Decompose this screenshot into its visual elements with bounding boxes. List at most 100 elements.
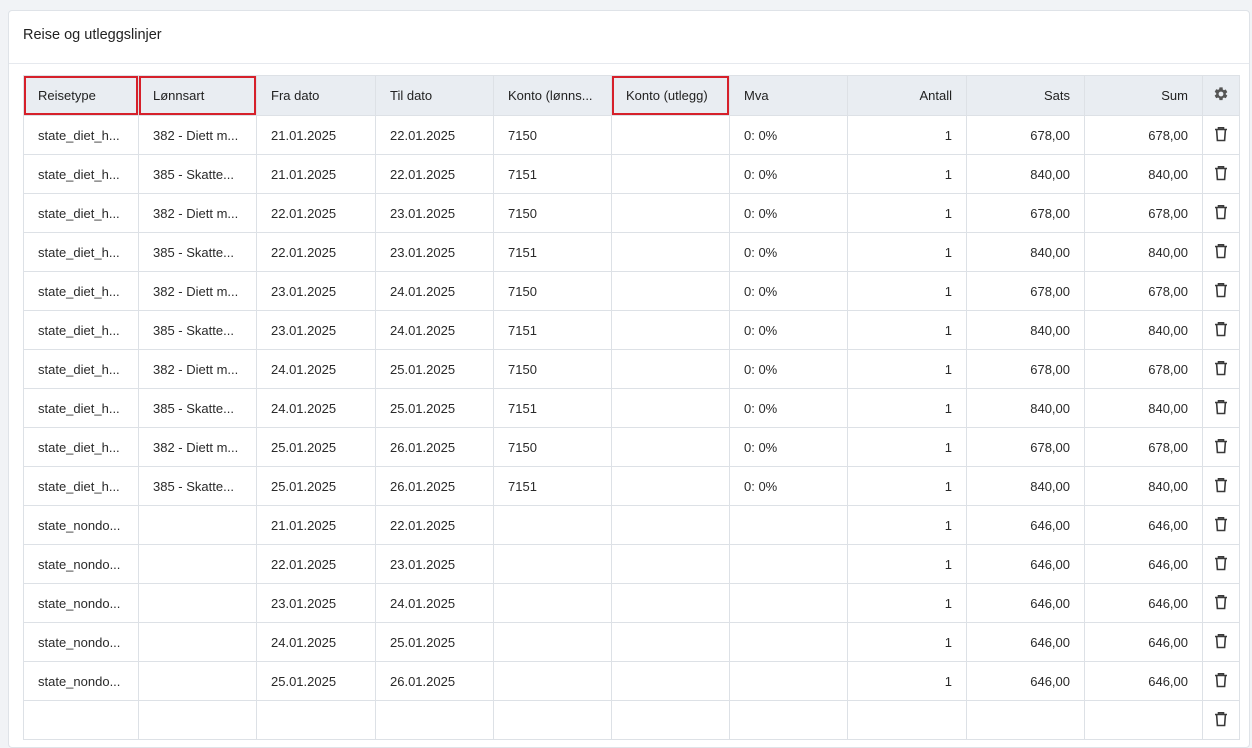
cell-antall[interactable]: 1 <box>847 661 967 701</box>
cell-lonnsart[interactable] <box>138 700 257 740</box>
cell-sats[interactable]: 840,00 <box>966 388 1085 428</box>
cell-lonnsart[interactable]: 385 - Skatte... <box>138 232 257 272</box>
cell-konto-utlegg[interactable] <box>611 583 730 623</box>
cell-mva[interactable]: 0: 0% <box>729 193 848 233</box>
cell-konto-lonn[interactable]: 7150 <box>493 193 612 233</box>
cell-antall[interactable]: 1 <box>847 622 967 662</box>
cell-antall[interactable]: 1 <box>847 505 967 545</box>
table-row[interactable]: state_diet_h... 382 - Diett m... 23.01.202… <box>23 271 1240 311</box>
cell-sats[interactable]: 678,00 <box>966 193 1085 233</box>
cell-til-dato[interactable]: 23.01.2025 <box>375 232 494 272</box>
trash-icon[interactable] <box>1214 477 1228 496</box>
cell-sats[interactable]: 646,00 <box>966 622 1085 662</box>
cell-til-dato[interactable]: 23.01.2025 <box>375 544 494 584</box>
cell-sum[interactable]: 840,00 <box>1084 310 1203 350</box>
cell-konto-utlegg[interactable] <box>611 388 730 428</box>
cell-mva[interactable]: 0: 0% <box>729 232 848 272</box>
cell-reisetype[interactable]: state_diet_h... <box>23 154 139 194</box>
cell-konto-utlegg[interactable] <box>611 115 730 155</box>
cell-til-dato[interactable]: 23.01.2025 <box>375 193 494 233</box>
table-row[interactable]: state_nondo... 23.01.2025 24.01.2025 1 646,0… <box>23 583 1240 623</box>
cell-reisetype[interactable] <box>23 700 139 740</box>
cell-sats[interactable]: 646,00 <box>966 583 1085 623</box>
cell-sum[interactable]: 840,00 <box>1084 466 1203 506</box>
column-header-konto-utlegg[interactable]: Konto (utlegg) <box>611 75 730 116</box>
cell-sats[interactable]: 646,00 <box>966 544 1085 584</box>
cell-mva[interactable]: 0: 0% <box>729 154 848 194</box>
cell-antall[interactable]: 1 <box>847 544 967 584</box>
cell-mva[interactable]: 0: 0% <box>729 310 848 350</box>
column-header-sum[interactable]: Sum <box>1084 75 1203 116</box>
cell-reisetype[interactable]: state_diet_h... <box>23 115 139 155</box>
column-header-sats[interactable]: Sats <box>966 75 1085 116</box>
cell-reisetype[interactable]: state_nondo... <box>23 661 139 701</box>
table-row[interactable]: state_diet_h... 385 - Skatte... 25.01.2025… <box>23 466 1240 506</box>
cell-lonnsart[interactable]: 382 - Diett m... <box>138 349 257 389</box>
cell-lonnsart[interactable] <box>138 505 257 545</box>
cell-antall[interactable] <box>847 700 967 740</box>
cell-fra-dato[interactable]: 25.01.2025 <box>256 427 376 467</box>
table-row[interactable]: state_nondo... 21.01.2025 22.01.2025 1 646,0… <box>23 505 1240 545</box>
table-row[interactable]: state_nondo... 25.01.2025 26.01.2025 1 646,0… <box>23 661 1240 701</box>
cell-konto-lonn[interactable]: 7150 <box>493 427 612 467</box>
cell-konto-utlegg[interactable] <box>611 232 730 272</box>
cell-lonnsart[interactable]: 385 - Skatte... <box>138 388 257 428</box>
cell-sats[interactable]: 840,00 <box>966 466 1085 506</box>
cell-til-dato[interactable]: 24.01.2025 <box>375 271 494 311</box>
cell-lonnsart[interactable]: 382 - Diett m... <box>138 193 257 233</box>
trash-icon[interactable] <box>1214 711 1228 730</box>
cell-til-dato[interactable]: 25.01.2025 <box>375 388 494 428</box>
cell-konto-lonn[interactable] <box>493 583 612 623</box>
cell-reisetype[interactable]: state_diet_h... <box>23 466 139 506</box>
cell-konto-utlegg[interactable] <box>611 427 730 467</box>
cell-fra-dato[interactable]: 24.01.2025 <box>256 388 376 428</box>
cell-sum[interactable]: 840,00 <box>1084 232 1203 272</box>
cell-konto-lonn[interactable]: 7150 <box>493 349 612 389</box>
cell-sats[interactable]: 678,00 <box>966 427 1085 467</box>
cell-til-dato[interactable]: 25.01.2025 <box>375 622 494 662</box>
column-header-konto-lonn[interactable]: Konto (lønns... <box>493 75 612 116</box>
cell-mva[interactable]: 0: 0% <box>729 349 848 389</box>
cell-reisetype[interactable]: state_nondo... <box>23 622 139 662</box>
cell-til-dato[interactable] <box>375 700 494 740</box>
cell-fra-dato[interactable]: 25.01.2025 <box>256 661 376 701</box>
table-row[interactable]: state_diet_h... 382 - Diett m... 22.01.202… <box>23 193 1240 233</box>
trash-icon[interactable] <box>1214 399 1228 418</box>
cell-sum[interactable]: 678,00 <box>1084 193 1203 233</box>
cell-reisetype[interactable]: state_diet_h... <box>23 271 139 311</box>
cell-reisetype[interactable]: state_diet_h... <box>23 232 139 272</box>
column-header-reisetype[interactable]: Reisetype <box>23 75 139 116</box>
cell-sum[interactable] <box>1084 700 1203 740</box>
cell-sats[interactable]: 646,00 <box>966 661 1085 701</box>
cell-lonnsart[interactable]: 382 - Diett m... <box>138 427 257 467</box>
cell-til-dato[interactable]: 22.01.2025 <box>375 115 494 155</box>
column-header-lonnsart[interactable]: Lønnsart <box>138 75 257 116</box>
table-row[interactable]: state_diet_h... 385 - Skatte... 21.01.2025… <box>23 154 1240 194</box>
cell-reisetype[interactable]: state_diet_h... <box>23 388 139 428</box>
cell-til-dato[interactable]: 25.01.2025 <box>375 349 494 389</box>
cell-konto-lonn[interactable]: 7150 <box>493 115 612 155</box>
cell-fra-dato[interactable]: 21.01.2025 <box>256 115 376 155</box>
cell-konto-utlegg[interactable] <box>611 661 730 701</box>
cell-lonnsart[interactable]: 385 - Skatte... <box>138 466 257 506</box>
cell-konto-lonn[interactable]: 7150 <box>493 271 612 311</box>
cell-mva[interactable]: 0: 0% <box>729 115 848 155</box>
cell-til-dato[interactable]: 26.01.2025 <box>375 466 494 506</box>
cell-sats[interactable]: 840,00 <box>966 232 1085 272</box>
cell-konto-lonn[interactable] <box>493 661 612 701</box>
cell-konto-lonn[interactable]: 7151 <box>493 310 612 350</box>
cell-lonnsart[interactable]: 385 - Skatte... <box>138 310 257 350</box>
cell-sum[interactable]: 840,00 <box>1084 154 1203 194</box>
cell-konto-lonn[interactable]: 7151 <box>493 388 612 428</box>
cell-konto-lonn[interactable]: 7151 <box>493 466 612 506</box>
cell-til-dato[interactable]: 26.01.2025 <box>375 661 494 701</box>
trash-icon[interactable] <box>1214 282 1228 301</box>
column-header-mva[interactable]: Mva <box>729 75 848 116</box>
cell-konto-utlegg[interactable] <box>611 505 730 545</box>
cell-sum[interactable]: 646,00 <box>1084 661 1203 701</box>
cell-konto-utlegg[interactable] <box>611 466 730 506</box>
cell-lonnsart[interactable]: 385 - Skatte... <box>138 154 257 194</box>
cell-mva[interactable]: 0: 0% <box>729 466 848 506</box>
table-row[interactable]: state_nondo... 22.01.2025 23.01.2025 1 646,0… <box>23 544 1240 584</box>
cell-sats[interactable]: 646,00 <box>966 505 1085 545</box>
